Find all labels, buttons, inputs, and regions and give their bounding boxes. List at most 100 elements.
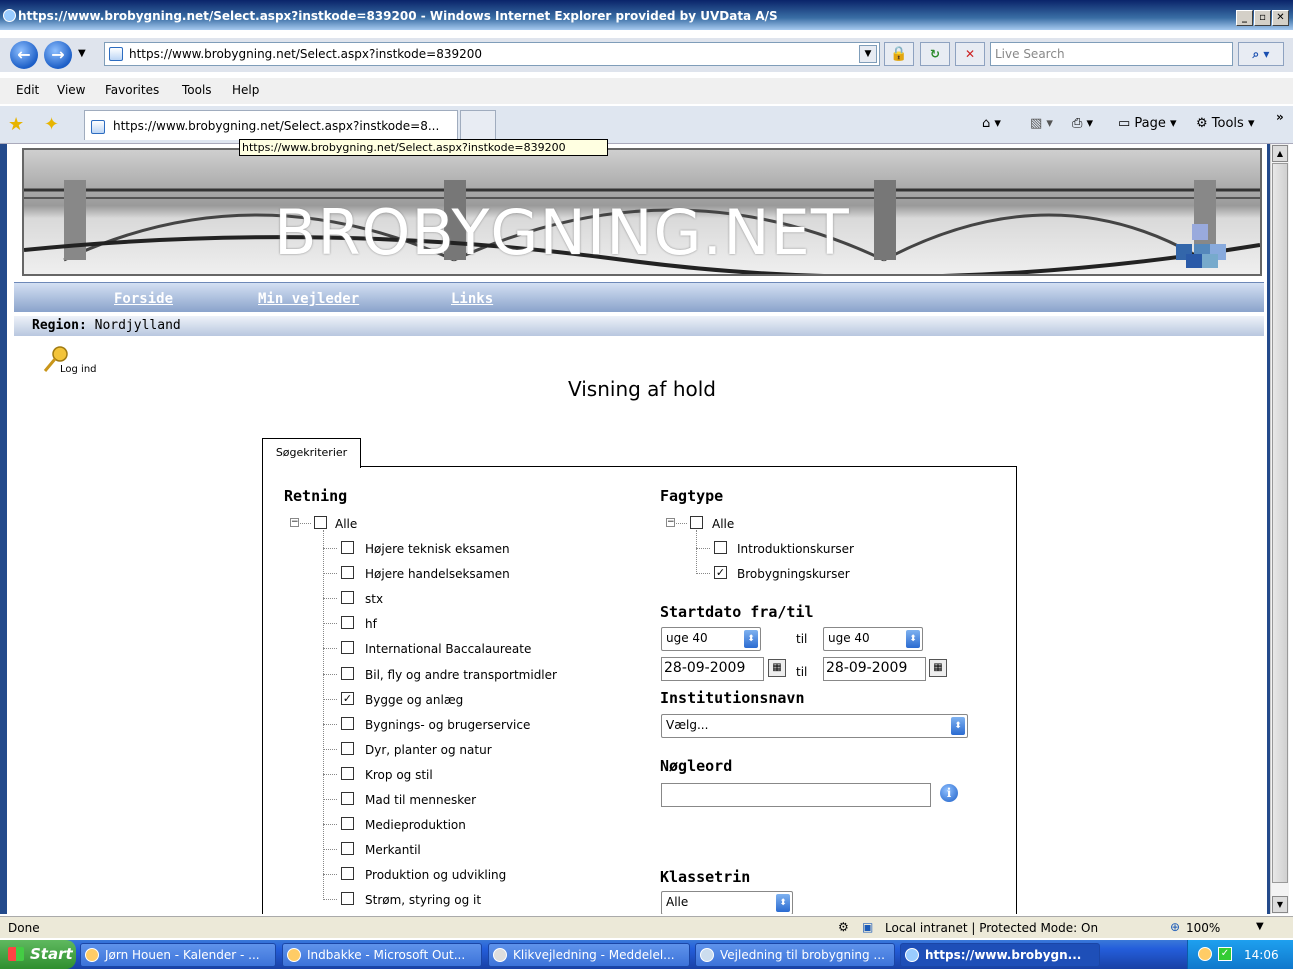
- week-from-arrow-icon: ⬍: [744, 630, 758, 648]
- retning-item-checkbox[interactable]: [341, 892, 354, 906]
- menu-edit[interactable]: Edit: [16, 83, 39, 97]
- search-icon[interactable]: ⌕ ▾: [1238, 42, 1284, 66]
- retning-item-checkbox[interactable]: [341, 867, 354, 881]
- forward-icon[interactable]: →: [44, 41, 72, 69]
- fagtype-introduktionskurser-checkbox[interactable]: [714, 541, 727, 554]
- keyword-input[interactable]: [661, 783, 931, 807]
- ie-logo-icon: [3, 9, 16, 22]
- browser-tab[interactable]: https://www.brobygning.net/Select.aspx?i…: [84, 110, 458, 140]
- retning-item-label: Bil, fly og andre transportmidler: [365, 667, 557, 682]
- retning-item-checkbox[interactable]: [341, 666, 354, 680]
- chevron-right-icon[interactable]: »: [1276, 110, 1284, 124]
- maximize-button[interactable]: ▫: [1254, 10, 1271, 26]
- outlook-tray-icon[interactable]: [1198, 947, 1212, 961]
- lock-icon[interactable]: 🔒: [884, 42, 914, 66]
- retning-item-checkbox[interactable]: [341, 641, 354, 655]
- refresh-icon[interactable]: ↻: [920, 42, 950, 66]
- retning-item-checkbox[interactable]: [341, 817, 354, 831]
- nav-links[interactable]: Links: [451, 291, 493, 307]
- retning-item-label: Mad til mennesker: [365, 793, 477, 807]
- info-icon[interactable]: i: [940, 784, 958, 802]
- menu-view[interactable]: View: [57, 83, 85, 97]
- week-from-select[interactable]: uge 40 ⬍: [661, 627, 761, 651]
- menu-help[interactable]: Help: [232, 83, 259, 97]
- stop-icon[interactable]: ✕: [955, 42, 985, 66]
- calendar-from-icon[interactable]: ▦: [768, 659, 786, 677]
- tab-sogekriterier[interactable]: Søgekriterier: [262, 438, 361, 468]
- status-text: Done: [8, 921, 40, 935]
- search-input[interactable]: Live Search: [990, 42, 1233, 66]
- nav-min-vejleder[interactable]: Min vejleder: [258, 291, 359, 307]
- nav-forside[interactable]: Forside: [114, 291, 173, 307]
- history-dropdown-icon[interactable]: ▼: [78, 48, 86, 59]
- tools-menu[interactable]: ⚙ Tools ▾: [1196, 116, 1255, 131]
- add-favorite-icon[interactable]: ✦: [44, 114, 59, 135]
- retning-item-checkbox[interactable]: [341, 716, 354, 730]
- retning-item-checkbox[interactable]: [341, 842, 354, 856]
- calendar-to-icon[interactable]: ▦: [929, 659, 947, 677]
- security-zone[interactable]: Local intranet | Protected Mode: On: [885, 921, 1098, 935]
- address-dropdown-icon[interactable]: ▼: [859, 45, 877, 63]
- minimize-button[interactable]: _: [1236, 10, 1253, 26]
- task-calendar[interactable]: Jørn Houen - Kalender - ...: [80, 943, 276, 967]
- fagtype-all-checkbox[interactable]: [690, 516, 703, 529]
- retning-item-label: Bygge og anlæg: [365, 692, 464, 707]
- retning-item-checkbox[interactable]: [341, 616, 354, 630]
- fagtype-brobygningskurser-checkbox[interactable]: ✓: [714, 566, 727, 579]
- institution-select[interactable]: Vælg... ⬍: [661, 714, 968, 738]
- zoom-dropdown-icon[interactable]: ▼: [1256, 921, 1264, 932]
- zoom-icon: ⊕: [1170, 920, 1181, 934]
- retning-item-checkbox[interactable]: [341, 591, 354, 605]
- back-icon[interactable]: ←: [10, 41, 38, 69]
- window-title-bar[interactable]: https://www.brobygning.net/Select.aspx?i…: [0, 0, 1293, 30]
- page-content: BROBYGNING.NET Forside Min vejleder Link…: [0, 144, 1270, 914]
- zoom-level[interactable]: 100%: [1186, 921, 1220, 935]
- new-tab-button[interactable]: [460, 110, 496, 140]
- menu-tools[interactable]: Tools: [182, 83, 212, 97]
- date-to-input[interactable]: 28-09-2009: [823, 657, 926, 681]
- expand-fagtype-icon[interactable]: −: [666, 518, 675, 527]
- close-button[interactable]: ✕: [1272, 10, 1289, 26]
- expand-retning-icon[interactable]: −: [290, 518, 299, 527]
- date-from-input[interactable]: 28-09-2009: [661, 657, 764, 681]
- security-check-icon[interactable]: ✓: [1218, 947, 1232, 961]
- address-url: https://www.brobygning.net/Select.aspx?i…: [129, 47, 482, 61]
- retning-item-checkbox[interactable]: [341, 566, 354, 580]
- vertical-scrollbar[interactable]: ▲ ▼: [1270, 144, 1289, 914]
- home-icon[interactable]: ⌂ ▾: [982, 116, 1001, 131]
- week-to-select[interactable]: uge 40 ⬍: [823, 627, 923, 651]
- task-browser[interactable]: https://www.brobygn...: [900, 943, 1100, 967]
- status-bar: Done ⚙ ▣ Local intranet | Protected Mode…: [0, 916, 1293, 938]
- retning-item-label: Produktion og udvikling: [365, 868, 507, 883]
- word-icon: [700, 948, 714, 962]
- klassetrin-title: Klassetrin: [660, 868, 751, 886]
- page-menu[interactable]: ▭ Page ▾: [1118, 116, 1177, 131]
- retning-all-checkbox[interactable]: [314, 516, 327, 529]
- task-inbox[interactable]: Indbakke - Microsoft Out...: [282, 943, 482, 967]
- login-link[interactable]: Log ind: [42, 344, 102, 376]
- favorites-star-icon[interactable]: ★: [8, 114, 24, 135]
- scroll-thumb[interactable]: [1272, 163, 1288, 883]
- menu-favorites[interactable]: Favorites: [105, 83, 159, 97]
- retning-item-checkbox[interactable]: [341, 766, 354, 780]
- start-button[interactable]: Start: [0, 940, 76, 969]
- week-to-value: uge 40: [828, 631, 870, 645]
- institution-title: Institutionsnavn: [660, 689, 805, 707]
- retning-item-label: Højere teknisk eksamen: [365, 542, 510, 556]
- retning-item-checkbox[interactable]: ✓: [341, 691, 354, 705]
- retning-item-label: Krop og stil: [365, 767, 433, 782]
- gear-icon: ⚙: [1196, 116, 1208, 131]
- address-bar[interactable]: https://www.brobygning.net/Select.aspx?i…: [104, 42, 880, 66]
- klassetrin-select[interactable]: Alle ⬍: [661, 891, 793, 914]
- startdato-title: Startdato fra/til: [660, 603, 814, 621]
- print-icon[interactable]: ⎙ ▾: [1072, 116, 1093, 131]
- scroll-up-icon[interactable]: ▲: [1272, 145, 1288, 162]
- retning-item-checkbox[interactable]: [341, 741, 354, 755]
- retning-item-checkbox[interactable]: [341, 541, 354, 554]
- fagtype-title: Fagtype: [660, 487, 724, 505]
- feeds-icon[interactable]: ▧ ▾: [1030, 116, 1053, 131]
- retning-item-checkbox[interactable]: [341, 792, 354, 805]
- task-vejledning[interactable]: Vejledning til brobygning ...: [695, 943, 895, 967]
- task-klikvejledning[interactable]: Klikvejledning - Meddelel...: [488, 943, 690, 967]
- scroll-down-icon[interactable]: ▼: [1272, 896, 1288, 913]
